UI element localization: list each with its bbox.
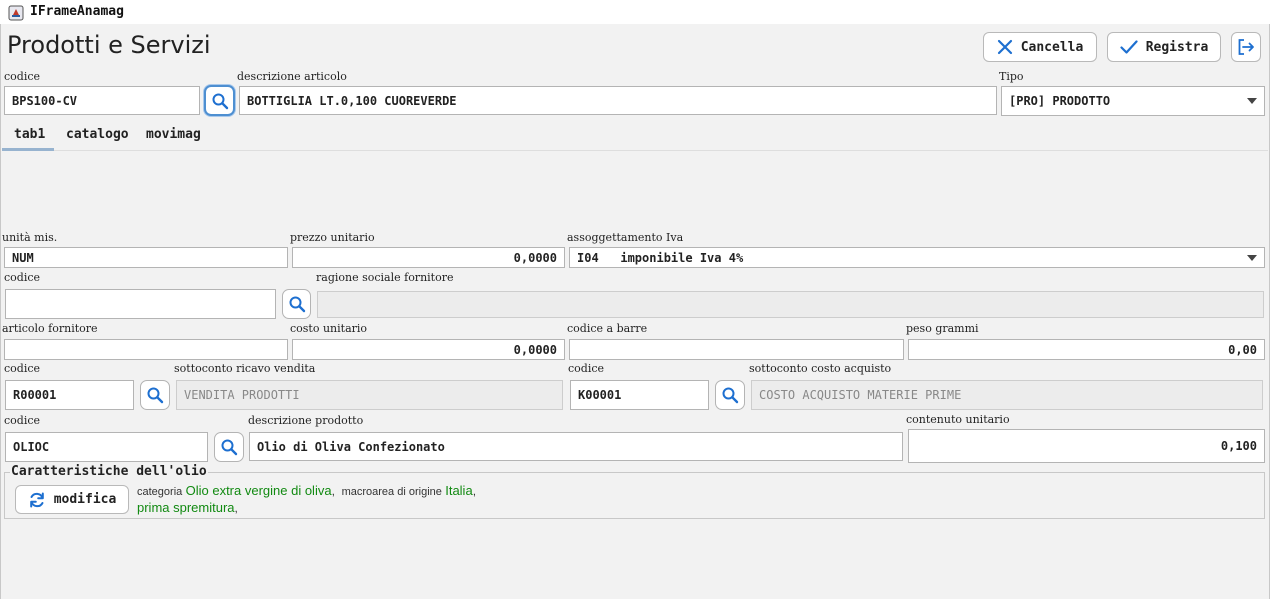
tab-tab1[interactable]: tab1 <box>14 127 45 142</box>
codice-search-button[interactable] <box>204 85 235 116</box>
ricavo-codice-label: codice <box>4 362 41 375</box>
close-icon <box>997 39 1012 55</box>
cancel-button[interactable]: Cancella <box>983 32 1097 62</box>
search-icon <box>212 93 228 109</box>
unita-field[interactable]: NUM <box>4 247 288 268</box>
iva-select[interactable]: I04 imponibile Iva 4% <box>569 247 1265 268</box>
olio-group-title: Caratteristiche dell'olio <box>10 464 208 479</box>
ricavo-codice-field[interactable]: R00001 <box>5 380 134 410</box>
page-title: Prodotti e Servizi <box>7 31 211 59</box>
search-icon <box>147 387 164 404</box>
codice-field[interactable]: BPS100-CV <box>4 86 200 115</box>
app-icon <box>8 5 24 21</box>
tab-movimag[interactable]: movimag <box>146 127 201 142</box>
unita-label: unità mis. <box>2 231 58 244</box>
search-icon <box>289 296 305 313</box>
chevron-down-icon <box>1247 254 1257 261</box>
search-icon <box>722 387 739 404</box>
categoria-value: Olio extra vergine di oliva <box>185 483 332 498</box>
exit-button[interactable] <box>1231 32 1261 62</box>
ricavo-search-button[interactable] <box>140 380 170 410</box>
ragione-field <box>317 291 1264 318</box>
separator: , <box>331 484 335 498</box>
spremitura-value: prima spremitura <box>137 500 235 515</box>
articolo-fornitore-label: articolo fornitore <box>2 322 98 335</box>
tipo-select[interactable]: [PRO] PRODOTTO <box>1001 86 1265 116</box>
ricavo-desc-field: VENDITA PRODOTTI <box>176 380 563 410</box>
tipo-select-value: [PRO] PRODOTTO <box>1009 94 1111 108</box>
costo-search-button[interactable] <box>715 380 745 410</box>
olio-line-2: prima spremitura, <box>137 500 238 515</box>
tipo-label: Tipo <box>999 70 1024 83</box>
tab-catalogo[interactable]: catalogo <box>66 127 129 142</box>
chevron-down-icon <box>1247 98 1257 104</box>
save-button-label: Registra <box>1145 39 1209 55</box>
save-button[interactable]: Registra <box>1107 32 1221 62</box>
prezzo-field[interactable]: 0,0000 <box>292 247 565 268</box>
barre-field[interactable] <box>569 339 904 360</box>
costo-codice-label: codice <box>568 362 605 375</box>
prezzo-label: prezzo unitario <box>290 231 375 244</box>
olio-line-1: categoria Olio extra vergine di oliva, m… <box>137 483 476 498</box>
separator: , <box>472 484 477 498</box>
exit-icon <box>1238 39 1254 55</box>
costo-desc-field: COSTO ACQUISTO MATERIE PRIME <box>751 380 1263 410</box>
prodotto-desc-field[interactable]: Olio di Oliva Confezionato <box>249 432 903 461</box>
descrizione-field[interactable]: BOTTIGLIA LT.0,100 CUOREVERDE <box>239 86 997 115</box>
modifica-button[interactable]: modifica <box>15 485 129 514</box>
ricavo-desc-label: sottoconto ricavo vendita <box>174 362 316 375</box>
costo-codice-field[interactable]: K00001 <box>570 380 709 410</box>
refresh-icon <box>29 492 44 507</box>
prodotto-search-button[interactable] <box>214 432 244 462</box>
fornitore-codice-field[interactable] <box>5 289 276 319</box>
costo-label: costo unitario <box>290 322 368 335</box>
iva-select-value: I04 imponibile Iva 4% <box>577 250 744 265</box>
tab-divider <box>2 150 1268 151</box>
search-icon <box>221 439 238 456</box>
iva-label: assoggettamento Iva <box>567 231 684 244</box>
barre-label: codice a barre <box>567 322 648 335</box>
peso-field[interactable]: 0,00 <box>908 339 1265 360</box>
window-titlebar <box>0 0 1270 24</box>
macroarea-value: Italia <box>445 483 473 498</box>
costo-desc-label: sottoconto costo acquisto <box>749 362 892 375</box>
descrizione-label: descrizione articolo <box>237 70 347 83</box>
codice-label: codice <box>4 70 41 83</box>
fornitore-search-button[interactable] <box>282 289 311 319</box>
articolo-fornitore-field[interactable] <box>4 339 288 360</box>
contenuto-field[interactable]: 0,100 <box>908 429 1265 463</box>
peso-label: peso grammi <box>906 322 979 335</box>
tab-active-indicator <box>2 148 54 151</box>
prodotto-desc-label: descrizione prodotto <box>248 414 364 427</box>
ragione-label: ragione sociale fornitore <box>316 271 454 284</box>
costo-field[interactable]: 0,0000 <box>292 339 565 360</box>
window-title: IFrameAnamag <box>30 4 124 19</box>
separator: , <box>234 501 238 515</box>
categoria-label: categoria <box>137 486 183 498</box>
fornitore-codice-label: codice <box>4 271 41 284</box>
macroarea-label: macroarea di origine <box>341 486 442 498</box>
contenuto-label: contenuto unitario <box>906 413 1010 426</box>
cancel-button-label: Cancella <box>1020 39 1084 55</box>
check-icon <box>1120 40 1138 54</box>
prodotto-codice-field[interactable]: OLIOC <box>5 432 208 462</box>
prodotto-codice-label: codice <box>4 414 41 427</box>
modifica-button-label: modifica <box>53 492 117 507</box>
